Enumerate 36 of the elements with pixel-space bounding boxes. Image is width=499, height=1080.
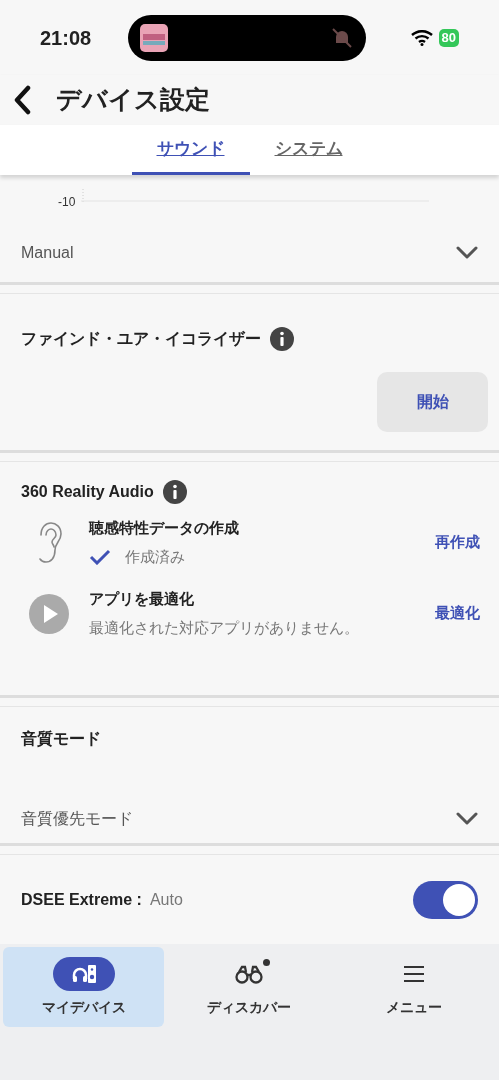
preset-dropdown[interactable]: Manual [0, 223, 499, 285]
page-title: デバイス設定 [56, 84, 210, 116]
item-status: 最適化された対応アプリがありません。 [89, 617, 359, 638]
binoculars-icon [234, 963, 263, 984]
menu-icon [401, 963, 426, 984]
tab[interactable]: システム [249, 125, 368, 175]
section-title: 360 Reality Audio [21, 482, 154, 502]
nav-tab[interactable]: マイデバイス [3, 947, 164, 1027]
item-status: 作成済み [125, 546, 185, 567]
item-title: 聴感特性データの作成 [89, 518, 240, 538]
action-link[interactable]: 再作成 [435, 531, 480, 554]
chevron-down-icon [456, 812, 478, 826]
battery-indicator: 80 [438, 28, 459, 47]
app-thumbnail-icon [140, 23, 168, 52]
info-icon[interactable] [161, 479, 188, 505]
axis-label: -10 [58, 194, 76, 211]
muted-bell-icon [330, 25, 354, 50]
quality-dropdown[interactable]: 音質優先モード [21, 807, 478, 831]
status-time: 21:08 [40, 25, 93, 51]
play-icon [28, 592, 70, 635]
nav-tab[interactable]: メニュー [333, 947, 494, 1027]
nav-tab[interactable]: ディスカバー [168, 947, 329, 1027]
action-link[interactable]: 最適化 [435, 602, 480, 625]
info-icon[interactable] [269, 326, 295, 352]
item-title: アプリを最適化 [89, 589, 195, 609]
wifi-icon [410, 29, 433, 46]
headphones-speaker-icon [70, 962, 97, 985]
start-button[interactable]: 開始 [377, 372, 488, 432]
section-title: ファインド・ユア・イコライザー [21, 329, 261, 349]
dsee-label: DSEE Extreme : [21, 889, 142, 910]
back-icon[interactable] [12, 85, 32, 115]
dsee-toggle[interactable] [413, 880, 478, 919]
tab[interactable]: サウンド [131, 125, 250, 175]
chevron-down-icon [456, 245, 478, 260]
dsee-value: Auto [149, 889, 183, 910]
section-title: 音質モード [21, 729, 102, 749]
